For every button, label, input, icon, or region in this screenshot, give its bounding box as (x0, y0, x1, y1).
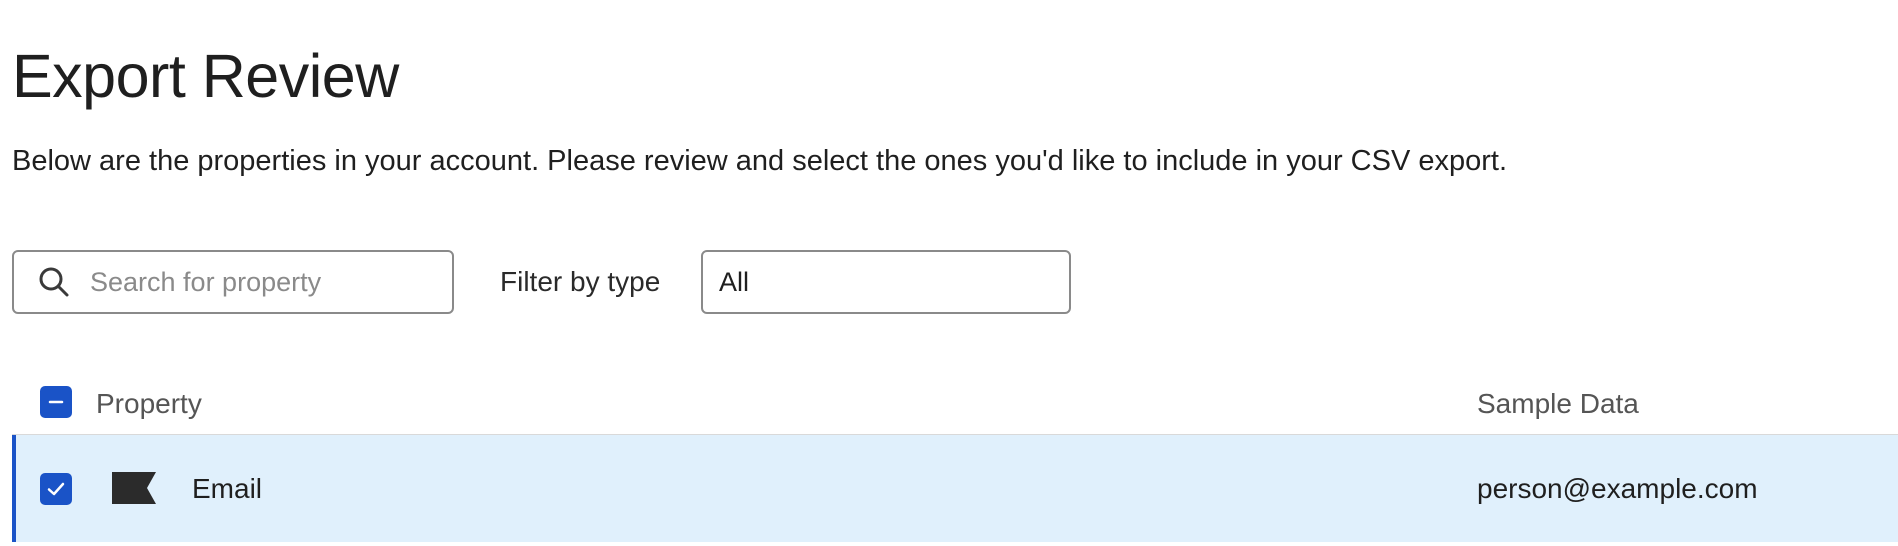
search-input[interactable] (90, 266, 430, 298)
search-box[interactable] (12, 250, 454, 314)
select-all-checkbox[interactable] (40, 386, 72, 418)
checkmark-icon (47, 482, 65, 496)
page-description: Below are the properties in your account… (12, 145, 1508, 177)
search-icon (36, 264, 72, 300)
filter-type-select[interactable]: All (701, 250, 1071, 314)
table-row[interactable]: Email person@example.com (12, 435, 1898, 542)
page-title: Export Review (12, 42, 399, 110)
filter-selected-value: All (719, 266, 750, 297)
row-checkbox[interactable] (40, 473, 72, 505)
flag-icon (112, 472, 156, 504)
column-header-property[interactable]: Property (96, 388, 202, 420)
filter-label: Filter by type (500, 266, 661, 297)
export-review-page: Export Review Below are the properties i… (0, 0, 1898, 546)
minus-icon (48, 400, 64, 404)
row-property-name: Email (192, 473, 263, 504)
row-sample-data: person@example.com (1477, 473, 1758, 504)
table-header: Property Sample Data (12, 370, 1898, 435)
column-header-sample-data: Sample Data (1477, 388, 1639, 419)
